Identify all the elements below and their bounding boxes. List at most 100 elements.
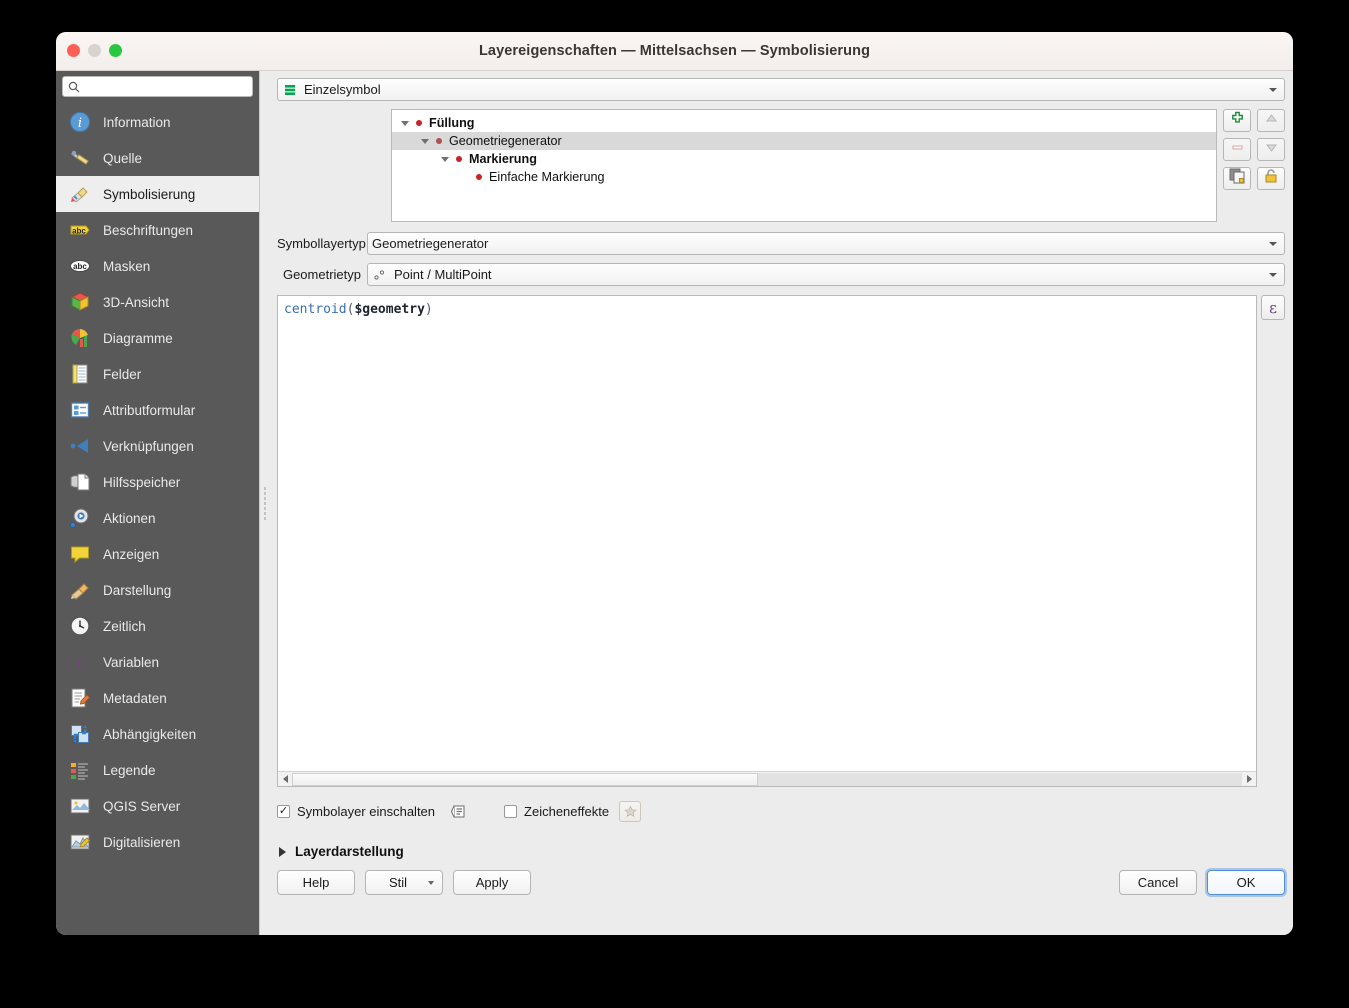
sidebar-item-anzeigen[interactable]: Anzeigen (56, 536, 259, 572)
symbol-layer-type-combo[interactable]: Geometriegenerator (367, 232, 1285, 255)
sidebar-item-quelle[interactable]: Quelle (56, 140, 259, 176)
draw-effects-label: Zeicheneffekte (524, 804, 610, 819)
sidebar-item-legende[interactable]: Legende (56, 752, 259, 788)
rendering-brush-icon (68, 578, 92, 602)
layer-rendering-label: Layerdarstellung (295, 844, 404, 859)
scrollbar-track[interactable] (292, 772, 1242, 786)
add-symbol-layer-button[interactable] (1223, 109, 1251, 132)
chevron-right-icon (279, 846, 286, 857)
lock-icon (1263, 168, 1279, 189)
display-balloon-icon (68, 542, 92, 566)
effects-star-icon[interactable] (619, 801, 642, 822)
help-button[interactable]: Help (277, 870, 355, 895)
cancel-button[interactable]: Cancel (1119, 870, 1197, 895)
symbol-tree-row[interactable]: Einfache Markierung (392, 168, 1216, 186)
arrow-down-icon (1264, 140, 1279, 160)
sidebar-item-digitalisieren[interactable]: Digitalisieren (56, 824, 259, 860)
data-defined-override-icon[interactable] (449, 801, 470, 822)
sidebar-item-label: Darstellung (103, 582, 172, 598)
sidebar-item-beschriftungen[interactable]: abc Beschriftungen (56, 212, 259, 248)
chevron-down-icon[interactable] (398, 120, 412, 126)
sidebar-item-label: 3D-Ansicht (103, 294, 170, 310)
duplicate-layer-button[interactable] (1223, 167, 1251, 190)
sidebar-item-aktionen[interactable]: Aktionen (56, 500, 259, 536)
sidebar-item-zeitlich[interactable]: Zeitlich (56, 608, 259, 644)
sidebar-item-label: Abhängigkeiten (103, 726, 197, 742)
draw-effects-checkbox[interactable] (504, 805, 518, 818)
symbol-tree-row[interactable]: Füllung (392, 114, 1216, 132)
minimize-window-button[interactable] (88, 44, 101, 57)
sidebar-item-label: Beschriftungen (103, 222, 194, 238)
close-window-button[interactable] (67, 44, 80, 57)
expression-editor[interactable]: centroid($geometry) (277, 295, 1257, 787)
chevron-down-icon[interactable] (438, 156, 452, 162)
renderer-type-combo[interactable]: Einzelsymbol (277, 78, 1285, 101)
qgis-server-icon (68, 794, 92, 818)
sidebar-search-wrap (56, 71, 259, 101)
sidebar-item-label: Masken (103, 258, 151, 274)
sidebar-item-label: Attributformular (103, 402, 196, 418)
expression-token-par: ) (424, 302, 433, 317)
search-input[interactable] (84, 78, 247, 95)
symbol-tree-row[interactable]: Markierung (392, 150, 1216, 168)
sidebar-item-label: Variablen (103, 654, 160, 670)
sidebar-item-abh-ngigkeiten[interactable]: Abhängigkeiten (56, 716, 259, 752)
sidebar-item-hilfsspeicher[interactable]: Hilfsspeicher (56, 464, 259, 500)
symbol-preview-dot (412, 120, 426, 126)
sidebar-item-label: Information (103, 114, 171, 130)
sidebar-item-variablen[interactable]: ε Variablen (56, 644, 259, 680)
label-abc-icon: abc (68, 218, 92, 242)
sidebar-item-darstellung[interactable]: Darstellung (56, 572, 259, 608)
chevron-down-icon (1269, 241, 1277, 246)
svg-text:i: i (78, 116, 82, 131)
scrollbar-thumb[interactable] (292, 772, 758, 786)
digitizing-icon (68, 830, 92, 854)
layer-rendering-collapsible[interactable]: Layerdarstellung (269, 844, 1293, 859)
clock-icon (68, 614, 92, 638)
chevron-down-icon[interactable] (418, 138, 432, 144)
title-bar: Layereigenschaften — Mittelsachsen — Sym… (56, 32, 1293, 71)
renderer-type-row: Einzelsymbol (269, 71, 1293, 101)
symbol-preview-dot (472, 174, 486, 180)
sidebar-item-metadaten[interactable]: Metadaten (56, 680, 259, 716)
info-icon: i (68, 110, 92, 134)
symbol-tree-row[interactable]: Geometriegenerator (392, 132, 1216, 150)
style-button[interactable]: Stil (365, 870, 443, 895)
geometry-type-combo[interactable]: Point / MultiPoint (367, 263, 1285, 286)
expression-builder-button[interactable]: ε (1261, 295, 1285, 320)
sidebar-item-label: Zeitlich (103, 618, 146, 634)
scroll-right-icon[interactable] (1242, 772, 1256, 786)
sidebar-item-label: Felder (103, 366, 142, 382)
scroll-left-icon[interactable] (278, 772, 292, 786)
point-multipoint-icon (372, 267, 388, 283)
sidebar-item-qgis-server[interactable]: QGIS Server (56, 788, 259, 824)
symbol-layer-tree[interactable]: Füllung Geometriegenerator Markierung Einfa… (391, 109, 1217, 222)
enable-symbol-layer-label: Symbolayer einschalten (297, 804, 436, 819)
sidebar-item-information[interactable]: i Information (56, 104, 259, 140)
traffic-lights (67, 44, 122, 57)
sidebar-item-diagramme[interactable]: Diagramme (56, 320, 259, 356)
lock-layer-button[interactable] (1257, 167, 1285, 190)
sidebar-item-felder[interactable]: Felder (56, 356, 259, 392)
sidebar-item-masken[interactable]: abc Masken (56, 248, 259, 284)
horizontal-scrollbar[interactable] (278, 771, 1256, 786)
geometry-type-label: Geometrietyp (282, 267, 361, 282)
table-fields-icon (68, 362, 92, 386)
sidebar-splitter[interactable] (259, 71, 269, 935)
metadata-pencil-icon (68, 686, 92, 710)
splitter-grip (263, 486, 266, 520)
zoom-window-button[interactable] (109, 44, 122, 57)
ok-button[interactable]: OK (1207, 870, 1285, 895)
expression-code[interactable]: centroid($geometry) (278, 296, 1256, 318)
search-box[interactable] (62, 76, 253, 97)
sidebar-item-verkn-pfungen[interactable]: Verknüpfungen (56, 428, 259, 464)
sidebar-item-attributformular[interactable]: Attributformular (56, 392, 259, 428)
enable-symbol-layer-checkbox[interactable] (277, 805, 290, 818)
apply-button[interactable]: Apply (453, 870, 531, 895)
sidebar-item-3d-ansicht[interactable]: 3D-Ansicht (56, 284, 259, 320)
symbol-tree-label: Markierung (469, 152, 537, 166)
window-body: i Information Quelle Symbolisierung abc Be… (56, 71, 1293, 935)
content-panel: Einzelsymbol Füllung Geometriegenerator Ma… (269, 71, 1293, 935)
sidebar-item-symbolisierung[interactable]: Symbolisierung (56, 176, 259, 212)
svg-text:abc: abc (73, 262, 87, 271)
